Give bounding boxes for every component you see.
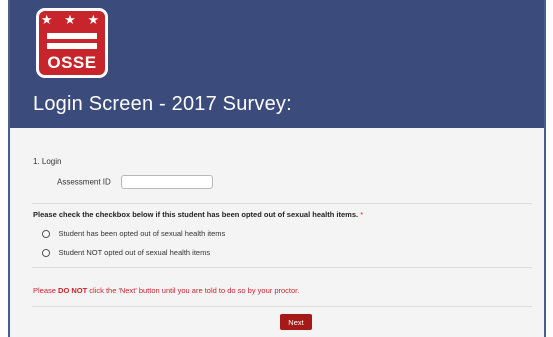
- radio-button[interactable]: [42, 248, 50, 257]
- proctor-warning: Please DO NOT click the 'Next' button un…: [33, 286, 299, 295]
- opt-out-option-not-opted-out[interactable]: Student NOT opted out of sexual health i…: [42, 244, 210, 262]
- opt-out-prompt-text: Please check the checkbox below if this …: [33, 210, 359, 219]
- login-section: 1. Login Assessment ID: [33, 157, 214, 189]
- warning-text: click the 'Next' button until you are to…: [87, 286, 300, 295]
- radio-button[interactable]: [42, 229, 50, 238]
- warning-emphasis: DO NOT: [58, 286, 88, 295]
- osse-logo: ★ ★ ★ OSSE: [36, 8, 108, 78]
- option-label: Student NOT opted out of sexual health i…: [58, 248, 211, 258]
- section-divider: [32, 267, 532, 268]
- warning-text: Please: [33, 286, 59, 295]
- login-question-label: 1. Login: [33, 157, 62, 166]
- assessment-id-input[interactable]: [121, 174, 214, 189]
- page-header: ★ ★ ★ OSSE Login Screen - 2017 Survey:: [10, 0, 544, 128]
- logo-text: OSSE: [47, 53, 97, 72]
- opt-out-prompt: Please check the checkbox below if this …: [33, 210, 363, 219]
- assessment-id-label: Assessment ID: [57, 177, 111, 187]
- required-marker: *: [360, 210, 364, 219]
- section-divider: [32, 306, 532, 307]
- next-button[interactable]: Next: [280, 314, 312, 330]
- opt-out-option-opted-out[interactable]: Student has been opted out of sexual hea…: [42, 225, 225, 243]
- assessment-id-row: Assessment ID: [57, 173, 214, 191]
- page-title: Login Screen - 2017 Survey:: [33, 93, 292, 115]
- section-divider: [32, 203, 532, 204]
- logo-stripe: [47, 43, 97, 49]
- logo-stars: ★ ★ ★: [40, 12, 104, 27]
- survey-frame: ★ ★ ★ OSSE Login Screen - 2017 Survey: 1…: [8, 0, 546, 337]
- logo-stripe: [47, 33, 97, 39]
- option-label: Student has been opted out of sexual hea…: [58, 229, 226, 239]
